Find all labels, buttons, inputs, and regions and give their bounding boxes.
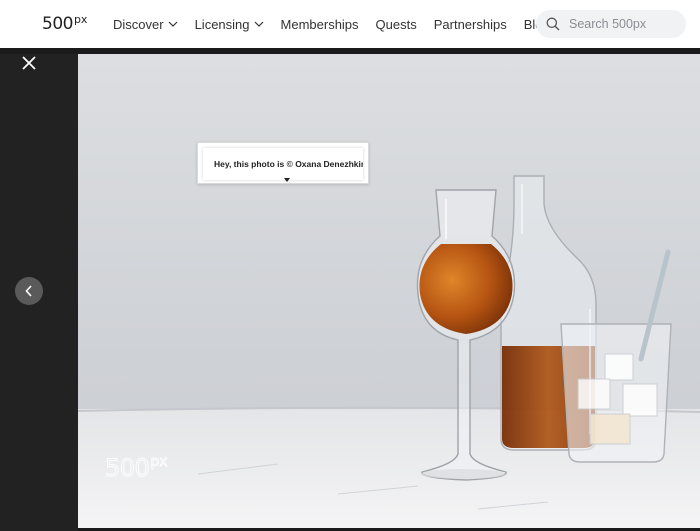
logo-superscript: px — [73, 13, 88, 26]
previous-photo-button[interactable] — [15, 277, 43, 305]
chevron-down-icon — [254, 21, 263, 27]
tooltip-body: Hey, this photo is © Oxana Denezhkina — [203, 148, 363, 180]
tooltip-text: Hey, this photo is © Oxana Denezhkina — [214, 159, 363, 169]
nav-memberships[interactable]: Memberships — [281, 17, 359, 32]
logo-text: 500 — [42, 14, 73, 34]
nav-label: Licensing — [194, 16, 250, 32]
top-header: 500 px Discover Licensing Memberships Qu… — [0, 0, 700, 48]
search-icon — [546, 17, 560, 31]
search-box[interactable] — [536, 10, 686, 38]
search-input[interactable] — [569, 17, 679, 31]
nav-label: Memberships — [280, 16, 359, 32]
main-nav: Discover Licensing Memberships Quests Pa… — [113, 0, 567, 48]
nav-quests[interactable]: Quests — [376, 17, 417, 32]
500px-logo[interactable]: 500 px — [42, 13, 88, 35]
chevron-left-icon — [25, 285, 32, 297]
nav-label: Partnerships — [433, 16, 507, 32]
watermark-superscript: px — [150, 454, 168, 471]
close-icon[interactable] — [20, 54, 38, 72]
watermark-text: 500 — [104, 454, 150, 483]
nav-label: Quests — [375, 16, 417, 32]
nav-partnerships[interactable]: Partnerships — [434, 17, 507, 32]
500px-watermark: 500 px — [104, 454, 168, 483]
caret-down-icon — [284, 178, 290, 182]
nav-licensing[interactable]: Licensing — [195, 17, 264, 32]
photo — [78, 54, 700, 528]
copyright-tooltip: Hey, this photo is © Oxana Denezhkina — [197, 142, 369, 184]
nav-discover[interactable]: Discover — [113, 17, 178, 32]
chevron-down-icon — [168, 21, 178, 27]
nav-label: Discover — [113, 16, 164, 32]
